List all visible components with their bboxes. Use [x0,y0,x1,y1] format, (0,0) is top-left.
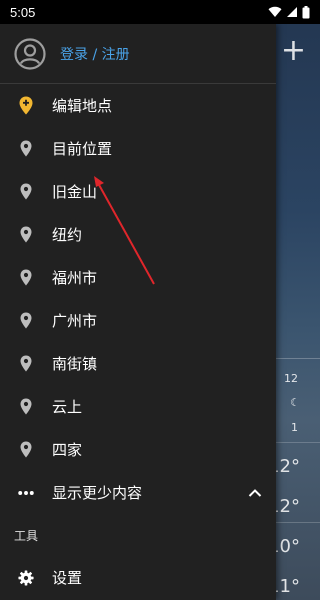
menu-item-label: 南街镇 [52,355,98,373]
location-pin-icon [18,139,34,159]
menu-item-edit-locations[interactable]: 编辑地点 [0,84,276,127]
login-register-link[interactable]: 登录 / 注册 [60,44,130,64]
menu-item-label: 旧金山 [52,183,98,201]
location-pin-icon [18,311,34,331]
menu-item-label: 设置 [52,569,83,587]
menu-item-label: 福州市 [52,269,98,287]
location-pin-icon [18,225,34,245]
menu-item-location[interactable]: 云上 [0,385,276,428]
menu-item-label: 编辑地点 [52,97,113,115]
menu-item-location[interactable]: 目前位置 [0,127,276,170]
location-pin-icon [18,397,34,417]
status-time: 5:05 [10,4,36,20]
menu-item-location[interactable]: 南街镇 [0,342,276,385]
menu-item-show-less[interactable]: 显示更少内容 [0,471,276,514]
menu-item-label: 目前位置 [52,140,113,158]
moon-icon: ☾ [290,396,300,409]
menu-item-location[interactable]: 福州市 [0,256,276,299]
menu-item-location[interactable]: 纽约 [0,213,276,256]
wifi-icon [268,6,282,18]
status-icons [268,5,310,19]
drawer-header: 登录 / 注册 [0,24,276,84]
menu-item-label: 云上 [52,398,83,416]
menu-item-location[interactable]: 旧金山 [0,170,276,213]
chevron-up-icon [248,483,262,502]
location-pin-icon [18,440,34,460]
menu-item-settings[interactable]: 设置 [0,556,276,599]
location-pin-icon [18,354,34,374]
menu-item-label: 广州市 [52,312,98,330]
add-location-icon[interactable]: + [281,36,306,66]
battery-icon [302,5,310,18]
menu-item-location[interactable]: 广州市 [0,299,276,342]
status-bar: 5:05 [0,0,320,24]
location-pin-icon [18,182,34,202]
menu-item-label: 纽约 [52,226,83,244]
hourly-forecast-column [276,358,320,600]
account-circle-icon[interactable] [14,37,46,70]
tools-section-label: 工具 [14,528,39,543]
menu-item-label: 显示更少内容 [52,484,143,502]
signal-icon [287,7,297,17]
divider [276,522,320,523]
location-pin-icon [18,268,34,288]
gear-icon [18,568,34,588]
more-dots-icon [18,483,34,503]
forecast-small-value: 12 [284,372,298,385]
divider [276,442,320,443]
forecast-small-value: 1 [291,421,298,434]
edit-location-icon [18,96,34,116]
navigation-drawer: 登录 / 注册 编辑地点 目前位置 旧金山 纽约 福州市 广州市 南街镇 云上 … [0,24,276,600]
menu-item-location[interactable]: 四家 [0,428,276,471]
menu-item-label: 四家 [52,441,83,459]
